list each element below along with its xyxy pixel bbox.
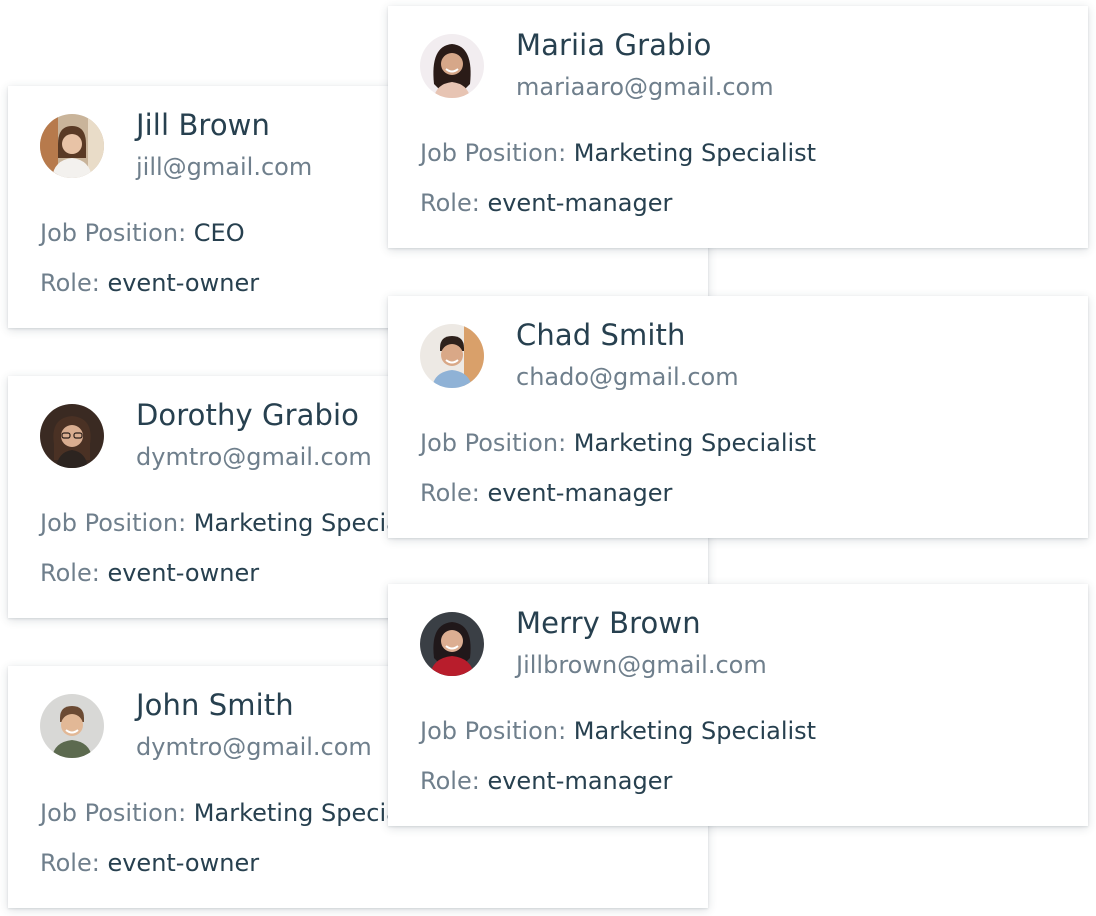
job-position-label: Job Position:: [40, 509, 187, 537]
user-name: Dorothy Grabio: [136, 398, 360, 432]
role-row: Role: event-owner: [40, 269, 259, 297]
user-avatar-icon: [40, 694, 104, 758]
role-label: Role:: [420, 189, 480, 217]
role-row: Role: event-manager: [420, 189, 672, 217]
role-value: event-owner: [107, 849, 260, 877]
role-value: event-manager: [487, 189, 673, 217]
user-avatar-icon: [420, 324, 484, 388]
job-position-value: CEO: [193, 219, 245, 247]
user-avatar-icon: [40, 404, 104, 468]
job-position-value: Marketing Specialist: [573, 429, 817, 457]
job-position-row: Job Position: Marketing Specialist: [420, 139, 816, 167]
user-name: Chad Smith: [516, 318, 686, 352]
job-position-label: Job Position:: [40, 219, 187, 247]
user-name: Mariia Grabio: [516, 28, 712, 62]
user-email[interactable]: dymtro@gmail.com: [136, 733, 372, 761]
user-card-merry-brown[interactable]: Merry Brown Jillbrown@gmail.com Job Posi…: [388, 584, 1088, 826]
role-value: event-owner: [107, 269, 260, 297]
user-name: John Smith: [136, 688, 294, 722]
role-label: Role:: [420, 767, 480, 795]
user-card-mariia-grabio[interactable]: Mariia Grabio mariaaro@gmail.com Job Pos…: [388, 6, 1088, 248]
user-email[interactable]: chado@gmail.com: [516, 363, 739, 391]
role-row: Role: event-owner: [40, 849, 259, 877]
avatar: [40, 694, 104, 758]
user-name: Merry Brown: [516, 606, 701, 640]
job-position-row: Job Position: Marketing Specialist: [420, 717, 816, 745]
role-row: Role: event-manager: [420, 479, 672, 507]
role-value: event-owner: [107, 559, 260, 587]
role-value: event-manager: [487, 479, 673, 507]
avatar: [40, 404, 104, 468]
role-row: Role: event-owner: [40, 559, 259, 587]
job-position-row: Job Position: Marketing Specialist: [420, 429, 816, 457]
job-position-label: Job Position:: [420, 139, 567, 167]
user-avatar-icon: [40, 114, 104, 178]
job-position-value: Marketing Specialist: [573, 139, 817, 167]
user-name: Jill Brown: [136, 108, 270, 142]
role-value: event-manager: [487, 767, 673, 795]
role-label: Role:: [40, 849, 100, 877]
user-email[interactable]: dymtro@gmail.com: [136, 443, 372, 471]
role-label: Role:: [40, 559, 100, 587]
user-email[interactable]: mariaaro@gmail.com: [516, 73, 774, 101]
job-position-row: Job Position: Marketing Specialist: [40, 509, 436, 537]
role-label: Role:: [40, 269, 100, 297]
job-position-label: Job Position:: [420, 717, 567, 745]
user-avatar-icon: [420, 612, 484, 676]
user-avatar-icon: [420, 34, 484, 98]
avatar: [420, 34, 484, 98]
job-position-row: Job Position: CEO: [40, 219, 245, 247]
job-position-label: Job Position:: [40, 799, 187, 827]
role-label: Role:: [420, 479, 480, 507]
job-position-row: Job Position: Marketing Specialist: [40, 799, 436, 827]
avatar: [420, 612, 484, 676]
job-position-label: Job Position:: [420, 429, 567, 457]
user-email[interactable]: jill@gmail.com: [136, 153, 312, 181]
avatar: [40, 114, 104, 178]
avatar: [420, 324, 484, 388]
role-row: Role: event-manager: [420, 767, 672, 795]
job-position-value: Marketing Specialist: [573, 717, 817, 745]
user-email[interactable]: Jillbrown@gmail.com: [516, 651, 767, 679]
user-card-chad-smith[interactable]: Chad Smith chado@gmail.com Job Position:…: [388, 296, 1088, 538]
